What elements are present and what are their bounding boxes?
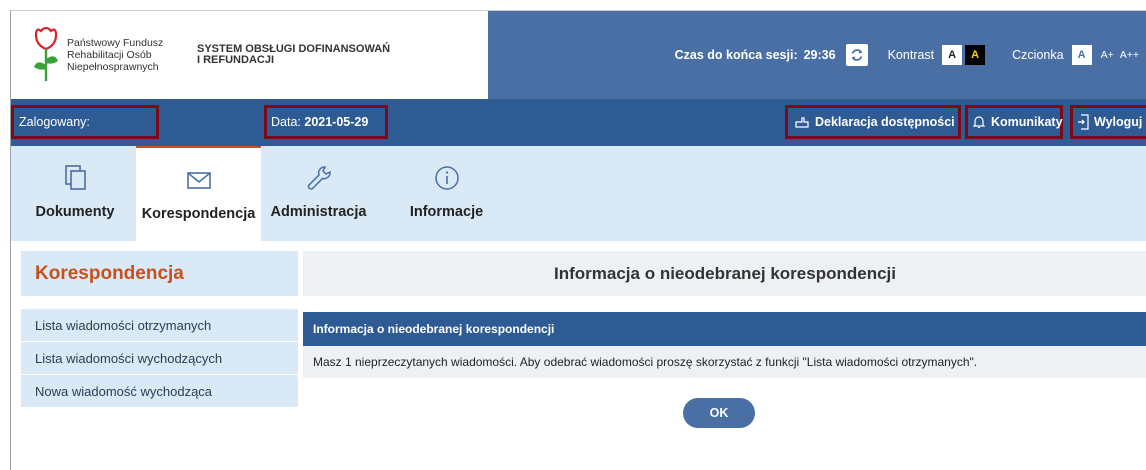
- info-icon: [434, 166, 459, 190]
- org-name: Państwowy Fundusz Rehabilitacji Osób Nie…: [67, 37, 167, 73]
- messages-link[interactable]: Komunikaty: [973, 105, 1063, 139]
- tab-label: Dokumenty: [35, 204, 115, 220]
- brand-area: Państwowy Fundusz Rehabilitacji Osób Nie…: [11, 11, 488, 99]
- pfron-logo-icon: [31, 25, 61, 85]
- contrast-label: Kontrast: [887, 48, 935, 62]
- font-normal-button[interactable]: A: [1071, 45, 1092, 65]
- ok-button[interactable]: OK: [683, 398, 755, 428]
- org-line-3: Niepełnosprawnych: [67, 61, 159, 73]
- font-larger-button[interactable]: A+: [1101, 49, 1114, 61]
- sidebar-title: Korespondencja: [21, 251, 298, 296]
- session-label: Czas do końca sesji:: [674, 48, 798, 62]
- tab-label: Informacje: [409, 204, 484, 220]
- hand-icon: [795, 117, 809, 128]
- logged-in-user: Zalogowany:: [19, 105, 90, 139]
- module-tabs: Dokumenty Korespondencja Administracja I…: [11, 146, 1146, 241]
- documents-icon: [65, 165, 86, 190]
- tab-label: Administracja: [270, 204, 367, 220]
- top-header: Państwowy Fundusz Rehabilitacji Osób Nie…: [11, 11, 1146, 99]
- sidebar-menu: Lista wiadomości otrzymanych Lista wiado…: [21, 309, 298, 408]
- info-panel-header: Informacja o nieodebranej korespondencji: [303, 312, 1146, 346]
- logout-label: Wyloguj: [1094, 115, 1143, 129]
- tab-dokumenty[interactable]: Dokumenty: [25, 146, 125, 241]
- logged-in-label: Zalogowany:: [19, 115, 90, 129]
- logout-door-icon: [1078, 114, 1089, 130]
- font-largest-button[interactable]: A++: [1120, 49, 1139, 61]
- system-title-line-2: I REFUNDACJI: [197, 54, 275, 66]
- accessibility-declaration-label: Deklaracja dostępności: [815, 115, 955, 129]
- refresh-icon: [851, 49, 862, 61]
- font-size-label: Czcionka: [1012, 48, 1064, 62]
- date-value: 2021-05-29: [304, 115, 369, 129]
- envelope-icon: [186, 172, 211, 189]
- sidebar: Korespondencja Lista wiadomości otrzyman…: [21, 251, 298, 408]
- current-date: Data: 2021-05-29: [271, 105, 368, 139]
- bell-icon: [973, 116, 985, 129]
- info-panel-message: Masz 1 nieprzeczytanych wiadomości. Aby …: [303, 346, 1146, 378]
- main-content: Informacja o nieodebranej korespondencji…: [303, 251, 1146, 428]
- tab-label: Korespondencja: [141, 206, 256, 222]
- session-timer: 29:36: [803, 48, 836, 62]
- system-title: SYSTEM OBSŁUGI DOFINANSOWAŃ I REFUNDACJI: [197, 44, 407, 66]
- refresh-session-button[interactable]: [845, 44, 868, 66]
- header-toolbar: Czas do końca sesji: 29:36 Kontrast A A …: [488, 11, 1146, 99]
- logout-button[interactable]: Wyloguj: [1077, 105, 1142, 139]
- contrast-normal-button[interactable]: A: [942, 45, 963, 65]
- messages-label: Komunikaty: [991, 115, 1063, 129]
- tab-informacje[interactable]: Informacje: [399, 146, 494, 241]
- org-line-1: Państwowy Fundusz: [67, 37, 164, 49]
- tab-administracja[interactable]: Administracja: [261, 146, 376, 241]
- app-frame: Państwowy Fundusz Rehabilitacji Osób Nie…: [10, 10, 1146, 470]
- page-title: Informacja o nieodebranej korespondencji: [303, 251, 1146, 296]
- wrench-icon: [307, 166, 331, 190]
- sidebar-item-outgoing[interactable]: Lista wiadomości wychodzących: [21, 342, 298, 375]
- contrast-high-button[interactable]: A: [965, 45, 986, 65]
- status-bar: Zalogowany: Data: 2021-05-29 Deklaracja …: [11, 99, 1146, 146]
- accessibility-declaration-link[interactable]: Deklaracja dostępności: [795, 105, 955, 139]
- date-label: Data:: [271, 115, 301, 129]
- sidebar-item-received[interactable]: Lista wiadomości otrzymanych: [21, 309, 298, 342]
- tab-korespondencja[interactable]: Korespondencja: [136, 146, 261, 241]
- org-line-2: Rehabilitacji Osób: [67, 49, 152, 61]
- sidebar-item-new-outgoing[interactable]: Nowa wiadomość wychodząca: [21, 375, 298, 408]
